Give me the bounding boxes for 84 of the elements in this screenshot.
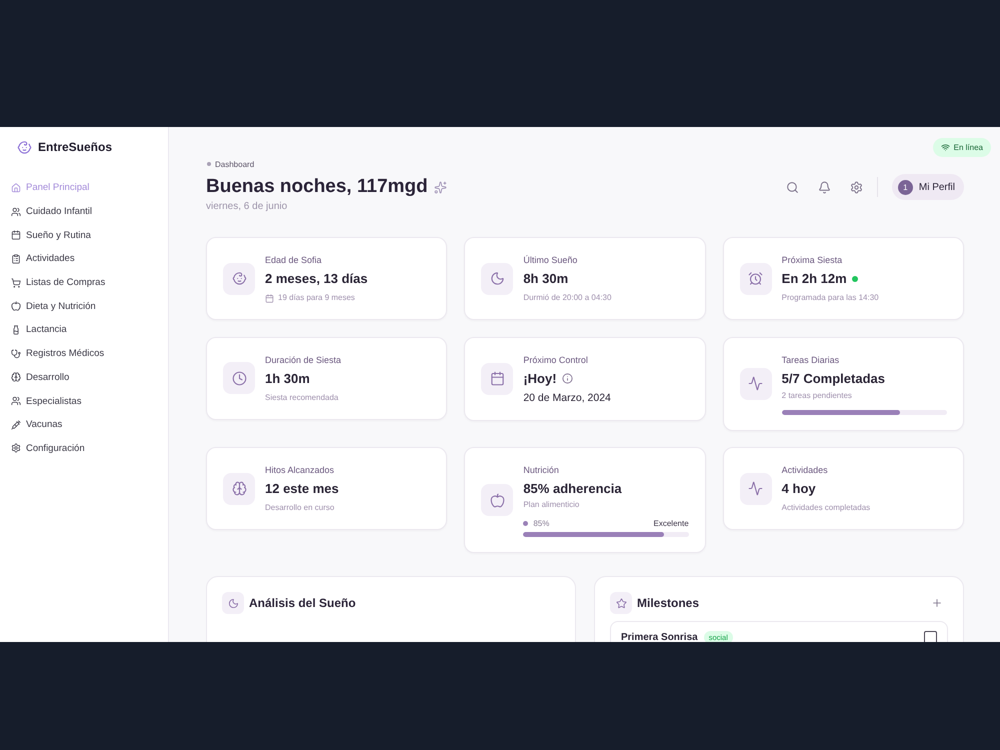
checkbox[interactable]: [924, 631, 937, 642]
status-dot-icon: [852, 276, 858, 282]
stethoscope-icon: [11, 348, 21, 359]
sidebar-item[interactable]: Listas de Compras: [0, 270, 168, 294]
profile-button[interactable]: 1 Mi Perfil: [892, 174, 964, 200]
panel-title: Análisis del Sueño: [249, 596, 356, 610]
info-icon: [562, 373, 573, 384]
sidebar-item[interactable]: Cuidado Infantil: [0, 200, 168, 224]
sidebar-item[interactable]: Lactancia: [0, 318, 168, 342]
card-label: Tareas Diarias: [782, 354, 840, 366]
card-label: Actividades: [782, 464, 828, 477]
card-label: Próxima Siesta: [782, 254, 842, 267]
milestone-title: Primera Sonrisa: [621, 632, 698, 642]
brain-icon: [223, 472, 255, 504]
card-note: 2 tareas pendientes: [782, 390, 852, 402]
sidebar-item[interactable]: Sueño y Rutina: [0, 223, 168, 248]
moon-icon: [222, 592, 244, 614]
sidebar-item[interactable]: Especialistas: [0, 389, 168, 413]
card-value: 8h 30m: [523, 270, 568, 288]
card-value: 12 este mes: [265, 480, 339, 498]
sidebar-item[interactable]: Vacunas: [0, 412, 168, 437]
settings-icon: [11, 443, 21, 454]
people-icon: [11, 396, 21, 406]
card-label: Próximo Control: [523, 354, 588, 366]
clipboard-icon: [11, 254, 21, 264]
people-icon: [11, 206, 21, 217]
panel-title: Milestones: [637, 596, 700, 610]
brain-icon: [11, 372, 21, 382]
card-note: Programada para las 14:30: [782, 292, 879, 304]
syringe-icon: [11, 420, 21, 430]
card-label: Nutrición: [523, 464, 559, 477]
card-note: Desarrollo en curso: [265, 502, 334, 514]
avatar-number: 1: [898, 180, 913, 194]
wifi-icon: [940, 143, 950, 152]
bottle-icon: [11, 324, 21, 335]
card-detail: 20 de Marzo, 2024: [523, 390, 611, 404]
card-value: ¡Hoy!: [523, 370, 557, 388]
sidebar-item[interactable]: Dieta y Nutrición: [0, 294, 168, 318]
card-label: Edad de Sofia: [265, 254, 322, 267]
card-note: Actividades completadas: [782, 502, 870, 514]
sidebar-item[interactable]: Desarrollo: [0, 366, 168, 390]
card-note: Durmió de 20:00 a 04:30: [523, 292, 612, 304]
sidebar-item[interactable]: Configuración: [0, 436, 168, 460]
card-note: Siesta recomendada: [265, 392, 338, 404]
card-value: 85% adherencia: [523, 480, 622, 498]
sidebar-item[interactable]: Registros Médicos: [0, 342, 168, 366]
card-value: 5/7 Completadas: [782, 370, 885, 388]
card-note: 19 días para 9 meses: [278, 292, 355, 304]
moon-icon: [481, 262, 514, 294]
clock-icon: [223, 362, 255, 394]
calendar-icon: [265, 294, 274, 302]
apple-icon: [11, 301, 21, 312]
card-value: En 2h 12m: [782, 270, 847, 288]
cart-icon: [11, 278, 21, 288]
card-label: Duración de Siesta: [265, 354, 342, 366]
search-icon: [786, 180, 800, 194]
baby-face-icon: [223, 262, 255, 294]
card-note: Plan alimenticio: [523, 499, 580, 511]
bullet-dot-icon: [523, 520, 528, 526]
status-text: En línea: [954, 143, 983, 152]
alarm-clock-icon: [740, 262, 772, 294]
sparkles-icon: [434, 180, 447, 194]
card-value: 2 meses, 13 días: [265, 270, 368, 288]
baby-face-icon: [17, 140, 32, 154]
apple-icon: [481, 484, 514, 516]
plus-icon: [931, 597, 943, 609]
breadcrumb-dot-icon: [207, 162, 211, 166]
card-label: Hitos Alcanzados: [265, 464, 334, 477]
calendar-icon: [11, 230, 21, 240]
page-title: Buenas noches, 117mgd: [206, 175, 428, 199]
bell-icon: [818, 180, 832, 194]
house-icon: [11, 182, 21, 193]
card-label: Último Sueño: [523, 254, 578, 267]
breadcrumb-text: Dashboard: [215, 160, 254, 168]
star-icon: [610, 592, 632, 614]
date-text: viernes, 6 de junio: [206, 200, 288, 214]
card-value: 4 hoy: [782, 480, 816, 498]
card-value: 1h 30m: [265, 370, 310, 388]
calendar-icon: [481, 362, 514, 394]
sidebar-item[interactable]: Actividades: [0, 247, 168, 271]
progress-reading: 85%: [533, 518, 550, 528]
progress-rating: Excelente: [654, 518, 689, 528]
settings-icon: [850, 180, 864, 194]
app-name: EntreSueños: [38, 140, 112, 154]
